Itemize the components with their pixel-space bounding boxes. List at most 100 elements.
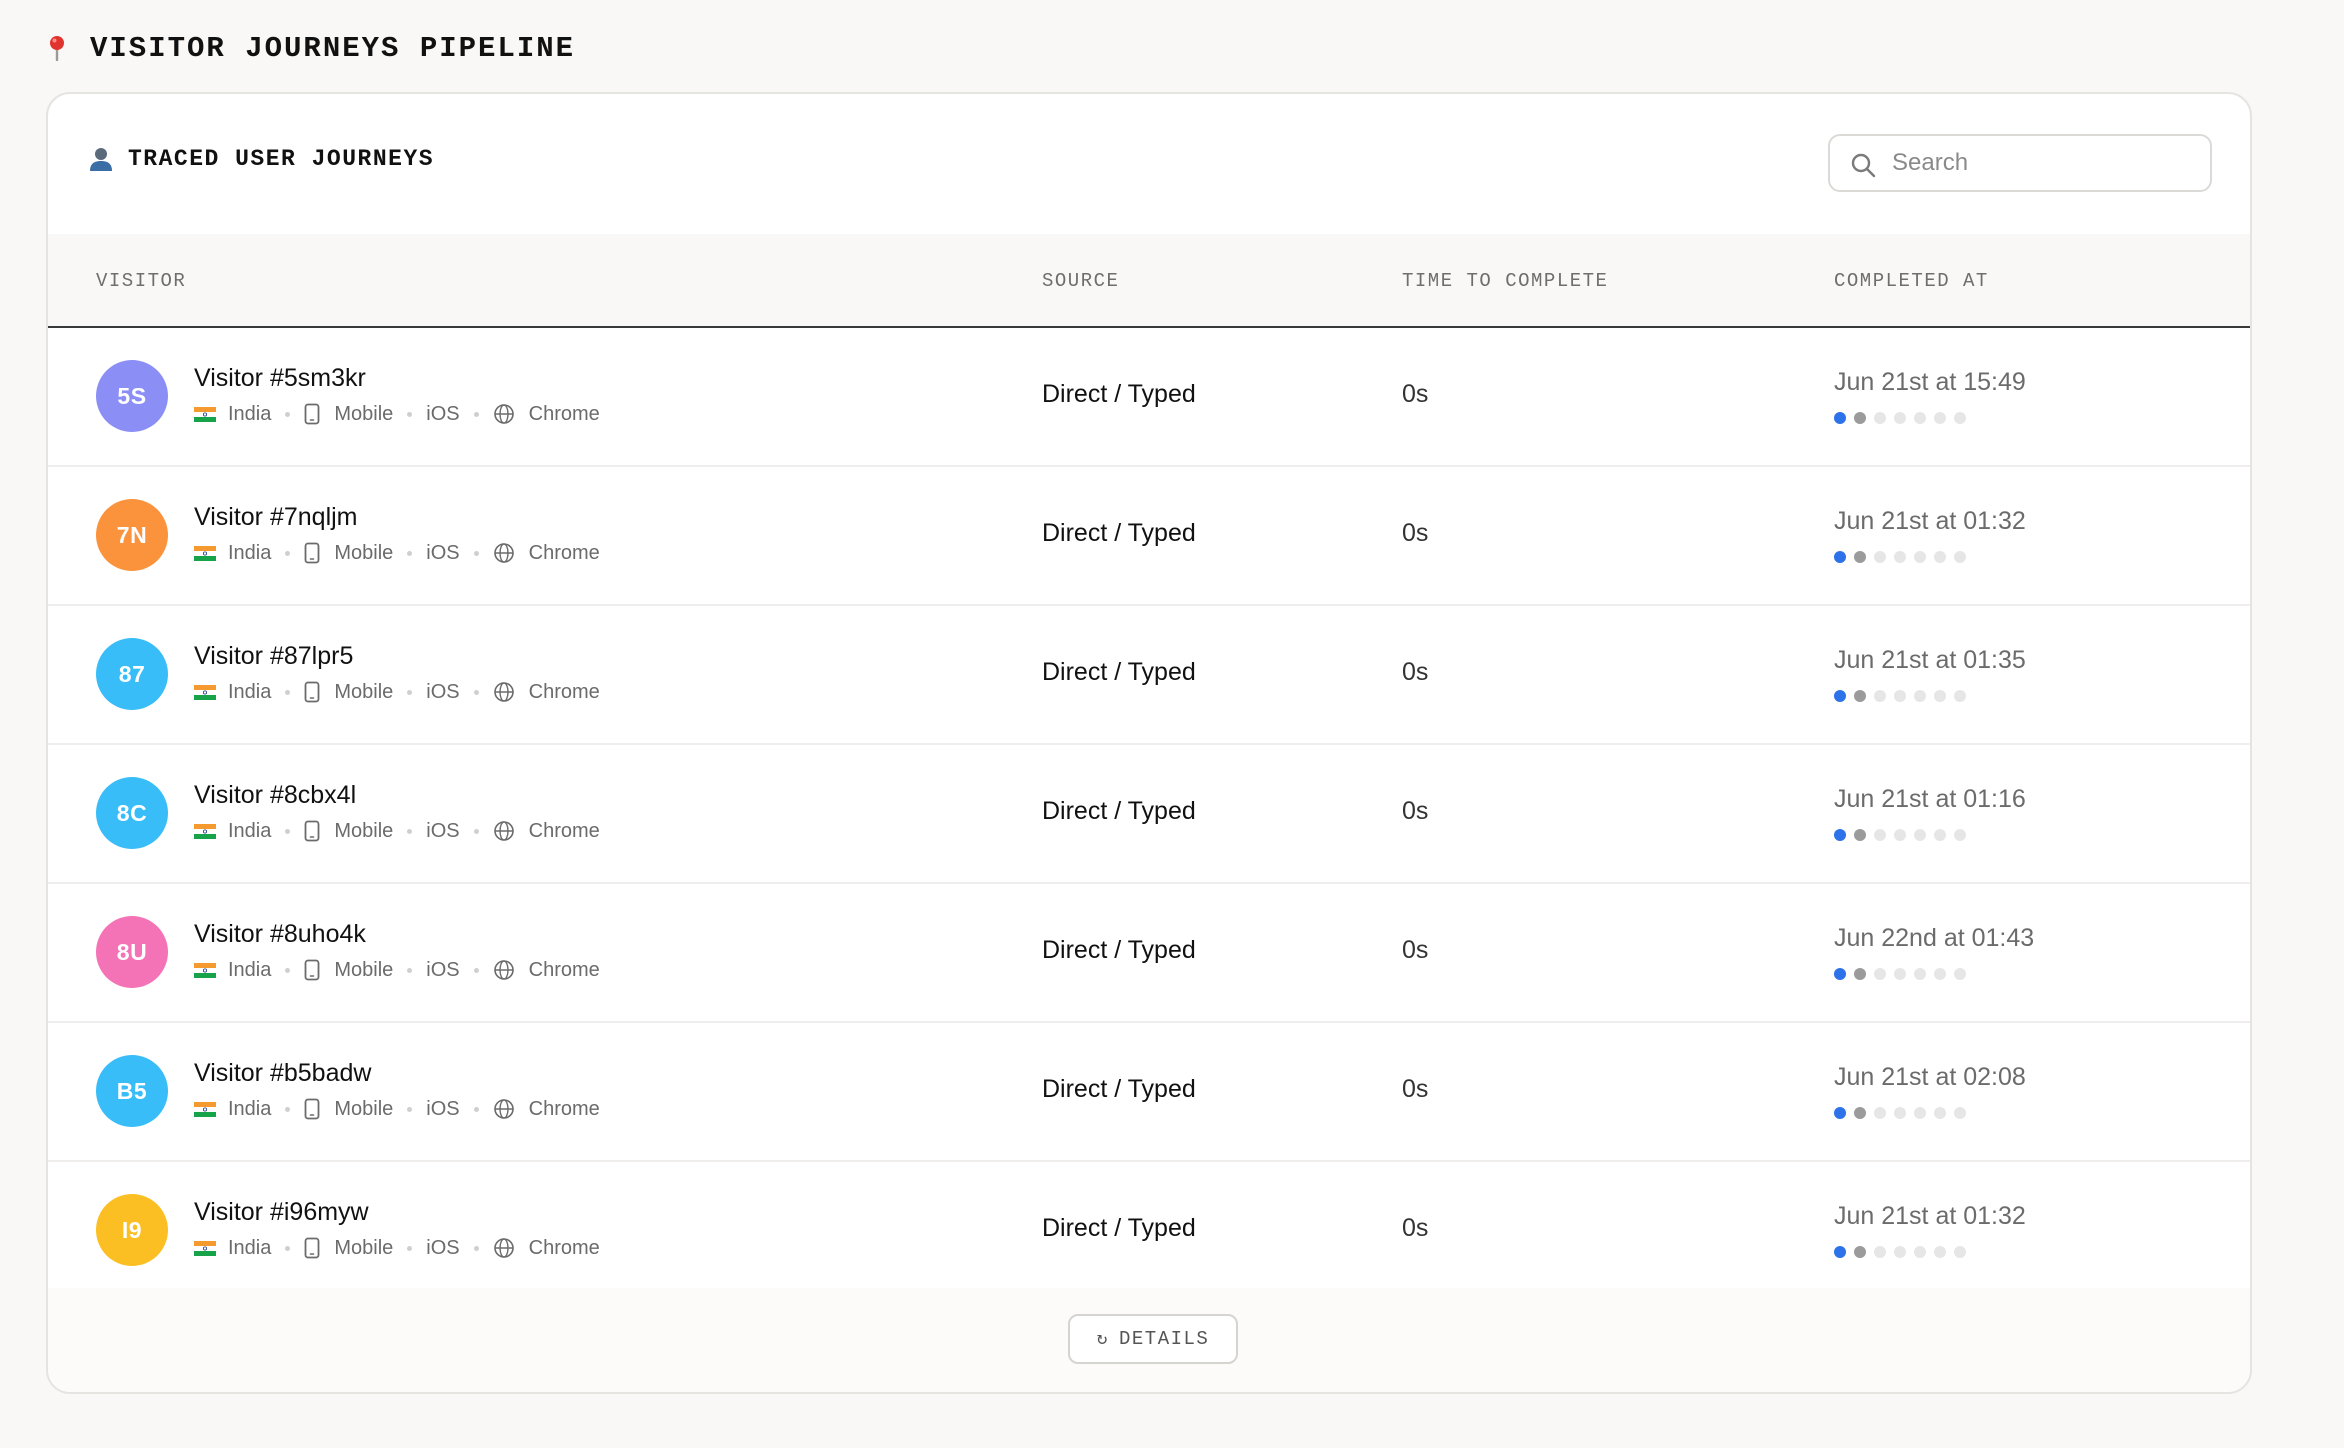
table-row[interactable]: B5 Visitor #b5badw India Mobile iOS Chro… bbox=[48, 1023, 2250, 1162]
os-label: iOS bbox=[426, 958, 460, 981]
country-label: India bbox=[228, 541, 272, 564]
progress-dot bbox=[1834, 690, 1846, 702]
globe-icon bbox=[493, 682, 514, 702]
device-label: Mobile bbox=[334, 958, 394, 981]
time-to-complete-cell: 0s bbox=[1402, 797, 1429, 825]
avatar: 7N bbox=[96, 499, 168, 571]
table-row[interactable]: I9 Visitor #i96myw India Mobile iOS Chro… bbox=[48, 1162, 2250, 1301]
progress-dot bbox=[1854, 412, 1866, 424]
progress-dot bbox=[1854, 829, 1866, 841]
table-row[interactable]: 7N Visitor #7nqljm India Mobile iOS Chro… bbox=[48, 467, 2250, 606]
completed-at-cell: Jun 21st at 01:16 bbox=[1834, 785, 2026, 813]
device-label: Mobile bbox=[334, 819, 394, 842]
journey-progress-dots bbox=[1834, 968, 1966, 980]
os-label: iOS bbox=[426, 1236, 460, 1259]
meta-separator bbox=[285, 1245, 291, 1251]
country-label: India bbox=[228, 1097, 272, 1120]
column-header-source[interactable]: SOURCE bbox=[1042, 270, 1119, 292]
visitor-name[interactable]: Visitor #8uho4k bbox=[194, 920, 366, 949]
globe-icon bbox=[493, 1238, 514, 1258]
visitor-name[interactable]: Visitor #5sm3kr bbox=[194, 364, 366, 393]
visitor-name[interactable]: Visitor #7nqljm bbox=[194, 503, 358, 532]
avatar: 8U bbox=[96, 916, 168, 988]
progress-dot bbox=[1914, 829, 1926, 841]
progress-dot bbox=[1954, 829, 1966, 841]
search-input[interactable] bbox=[1890, 148, 2194, 178]
journey-progress-dots bbox=[1834, 829, 1966, 841]
visitor-meta: India Mobile iOS Chrome bbox=[194, 678, 600, 706]
browser-label: Chrome bbox=[528, 541, 600, 564]
meta-separator bbox=[285, 828, 291, 834]
avatar-initials: 8U bbox=[116, 938, 148, 965]
time-to-complete-cell: 0s bbox=[1402, 936, 1429, 964]
country-label: India bbox=[228, 1236, 272, 1259]
country-label: India bbox=[228, 402, 272, 425]
card-footer: ↻ DETAILS bbox=[48, 1288, 2250, 1392]
os-label: iOS bbox=[426, 1097, 460, 1120]
visitor-name[interactable]: Visitor #8cbx4l bbox=[194, 781, 356, 810]
mobile-device-icon bbox=[304, 820, 320, 842]
browser-label: Chrome bbox=[528, 958, 600, 981]
visitor-name[interactable]: Visitor #b5badw bbox=[194, 1059, 371, 1088]
source-cell: Direct / Typed bbox=[1042, 797, 1196, 825]
completed-at-cell: Jun 21st at 01:32 bbox=[1834, 507, 2026, 535]
details-button-label: DETAILS bbox=[1119, 1328, 1210, 1350]
table-row[interactable]: 87 Visitor #87lpr5 India Mobile iOS Chro… bbox=[48, 606, 2250, 745]
progress-dot bbox=[1854, 968, 1866, 980]
progress-dot bbox=[1914, 1107, 1926, 1119]
details-button[interactable]: ↻ DETAILS bbox=[1068, 1314, 1238, 1364]
browser-label: Chrome bbox=[528, 402, 600, 425]
meta-separator bbox=[407, 689, 413, 695]
column-header-time-to-complete[interactable]: TIME TO COMPLETE bbox=[1402, 270, 1608, 292]
meta-separator bbox=[407, 1245, 413, 1251]
browser-label: Chrome bbox=[528, 1236, 600, 1259]
device-label: Mobile bbox=[334, 541, 394, 564]
country-label: India bbox=[228, 680, 272, 703]
country-label: India bbox=[228, 819, 272, 842]
visitor-meta: India Mobile iOS Chrome bbox=[194, 539, 600, 567]
search-box[interactable] bbox=[1828, 134, 2212, 192]
column-header-visitor[interactable]: VISITOR bbox=[96, 270, 186, 292]
avatar: I9 bbox=[96, 1194, 168, 1266]
table-row[interactable]: 8U Visitor #8uho4k India Mobile iOS Chro… bbox=[48, 884, 2250, 1023]
progress-dot bbox=[1874, 1107, 1886, 1119]
progress-dot bbox=[1894, 690, 1906, 702]
india-flag-icon bbox=[194, 406, 216, 422]
table-row[interactable]: 5S Visitor #5sm3kr India Mobile iOS Chro… bbox=[48, 328, 2250, 467]
time-to-complete-cell: 0s bbox=[1402, 519, 1429, 547]
meta-separator bbox=[407, 828, 413, 834]
meta-separator bbox=[473, 1245, 479, 1251]
os-label: iOS bbox=[426, 680, 460, 703]
avatar: 8C bbox=[96, 777, 168, 849]
time-to-complete-cell: 0s bbox=[1402, 658, 1429, 686]
completed-at-cell: Jun 21st at 01:32 bbox=[1834, 1202, 2026, 1230]
table-row[interactable]: 8C Visitor #8cbx4l India Mobile iOS Chro… bbox=[48, 745, 2250, 884]
visitor-meta: India Mobile iOS Chrome bbox=[194, 817, 600, 845]
globe-icon bbox=[493, 821, 514, 841]
map-pin-icon bbox=[50, 36, 64, 61]
device-label: Mobile bbox=[334, 402, 394, 425]
progress-dot bbox=[1894, 551, 1906, 563]
progress-dot bbox=[1854, 551, 1866, 563]
progress-dot bbox=[1954, 968, 1966, 980]
os-label: iOS bbox=[426, 819, 460, 842]
meta-separator bbox=[285, 1106, 291, 1112]
time-to-complete-cell: 0s bbox=[1402, 1214, 1429, 1242]
progress-dot bbox=[1874, 690, 1886, 702]
time-to-complete-cell: 0s bbox=[1402, 1075, 1429, 1103]
globe-icon bbox=[493, 543, 514, 563]
meta-separator bbox=[473, 550, 479, 556]
visitor-name[interactable]: Visitor #i96myw bbox=[194, 1198, 369, 1227]
column-header-completed-at[interactable]: COMPLETED AT bbox=[1834, 270, 1989, 292]
visitor-name[interactable]: Visitor #87lpr5 bbox=[194, 642, 353, 671]
progress-dot bbox=[1834, 1246, 1846, 1258]
page-header: VISITOR JOURNEYS PIPELINE bbox=[46, 28, 575, 68]
meta-separator bbox=[473, 828, 479, 834]
progress-dot bbox=[1874, 829, 1886, 841]
meta-separator bbox=[285, 967, 291, 973]
progress-dot bbox=[1954, 412, 1966, 424]
india-flag-icon bbox=[194, 545, 216, 561]
progress-dot bbox=[1954, 690, 1966, 702]
progress-dot bbox=[1834, 1107, 1846, 1119]
progress-dot bbox=[1894, 412, 1906, 424]
